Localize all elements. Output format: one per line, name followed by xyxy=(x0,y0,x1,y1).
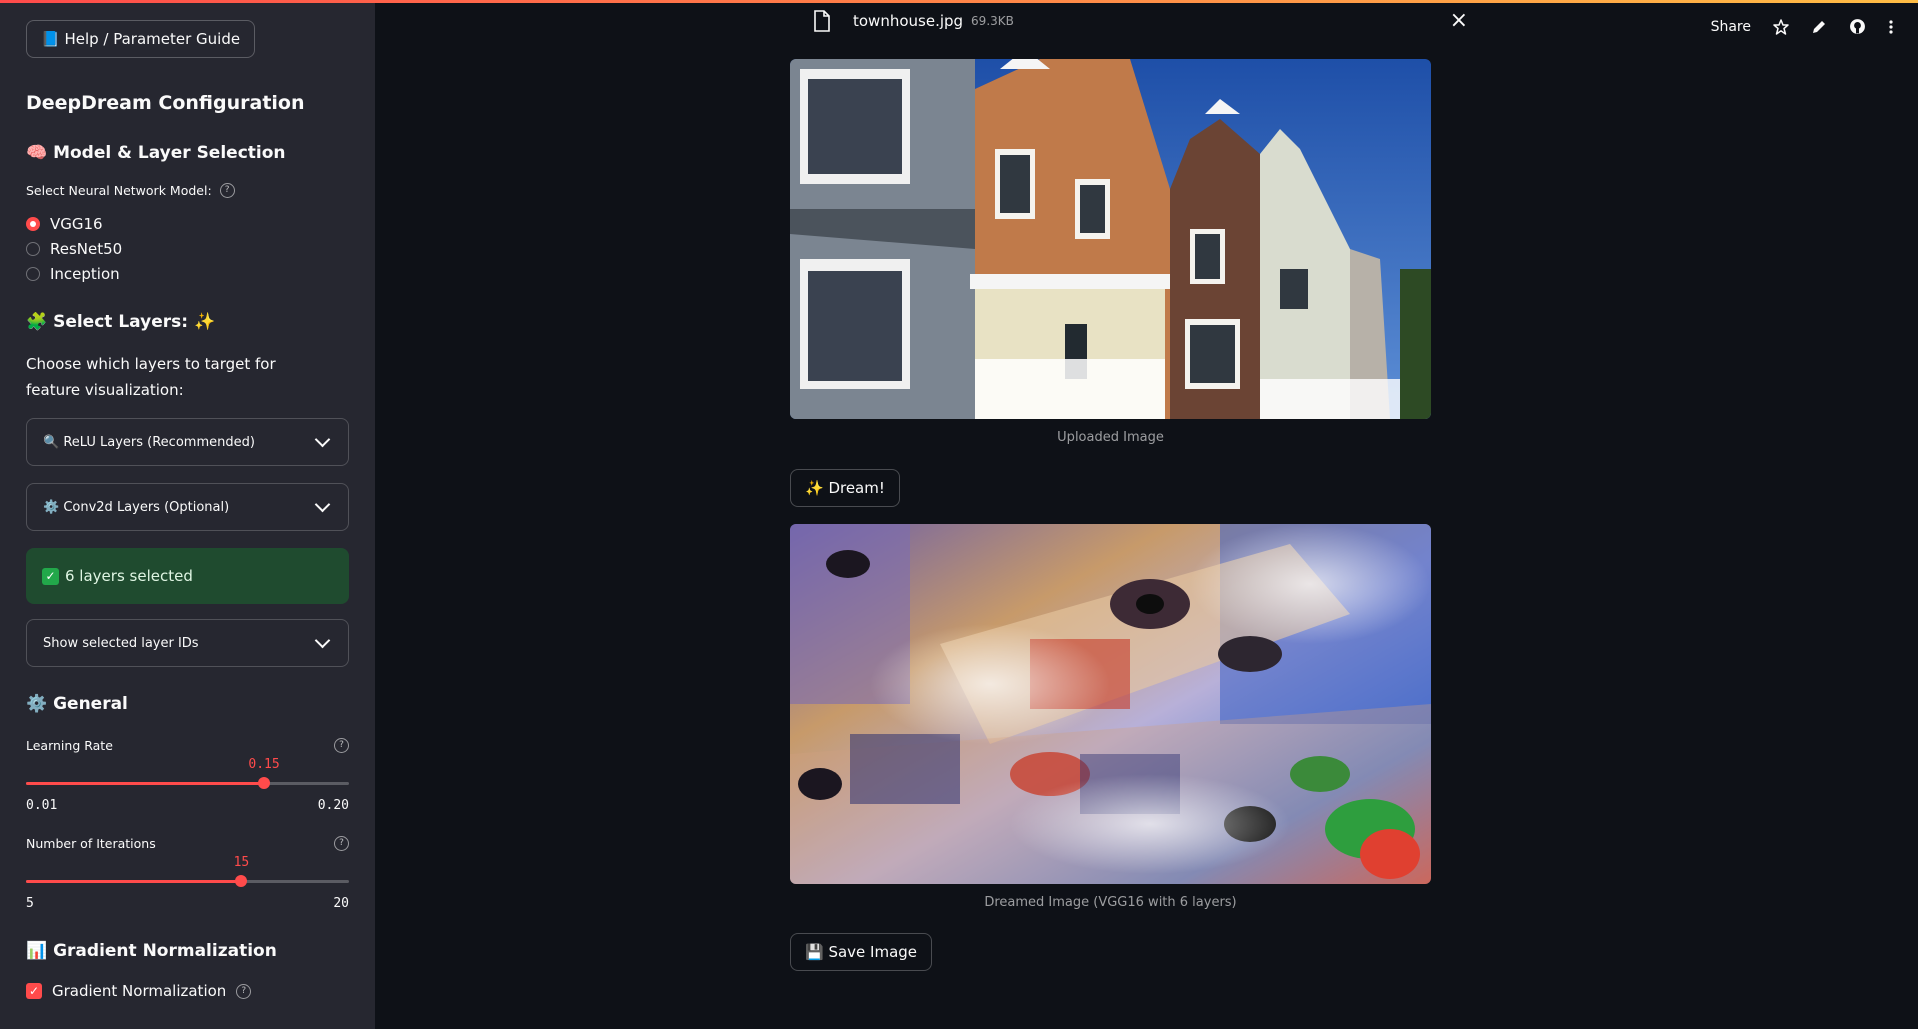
help-icon[interactable]: ? xyxy=(236,983,252,999)
save-image-button[interactable]: 💾 Save Image xyxy=(790,933,933,971)
pencil-icon[interactable] xyxy=(1811,19,1827,35)
star-icon[interactable] xyxy=(1773,18,1789,35)
radio-option-inception[interactable]: Inception xyxy=(26,261,122,286)
expander-label: ⚙️ Conv2d Layers (Optional) xyxy=(43,499,230,515)
layers-selected-text: 6 layers selected xyxy=(65,567,193,585)
deepdream-output-image xyxy=(790,524,1431,884)
gradient-section-title: 📊 Gradient Normalization xyxy=(26,941,277,961)
radio-empty-icon[interactable] xyxy=(26,266,40,281)
general-section-heading: ⚙️ General xyxy=(26,694,128,714)
slider-min-label: 5 xyxy=(26,896,34,911)
layers-section-heading: 🧩 Select Layers: ✨ xyxy=(26,312,215,332)
slider-max-label: 20 xyxy=(333,896,349,911)
help-icon[interactable]: ? xyxy=(334,738,349,753)
slider-value: 0.15 xyxy=(248,757,280,772)
gradient-section-heading: 📊 Gradient Normalization xyxy=(26,941,277,961)
slider-fill xyxy=(26,782,265,785)
general-section-title: ⚙️ General xyxy=(26,694,128,714)
uploaded-image xyxy=(790,59,1431,419)
learning-rate-label: Learning Rate xyxy=(26,738,113,753)
radio-option-resnet50[interactable]: ResNet50 xyxy=(26,236,122,261)
slider-value: 15 xyxy=(233,855,250,870)
remove-file-close-icon[interactable]: × xyxy=(1450,10,1468,32)
iterations-slider[interactable]: 15 xyxy=(26,855,349,905)
model-section-heading: 🧠 Model & Layer Selection xyxy=(26,143,286,163)
slider-track[interactable] xyxy=(26,875,349,887)
model-select-label: Select Neural Network Model: xyxy=(26,183,212,198)
dreamed-image xyxy=(790,524,1431,884)
slider-min-label: 0.01 xyxy=(26,798,58,813)
model-section-title: 🧠 Model & Layer Selection xyxy=(26,143,286,163)
slider-track[interactable] xyxy=(26,777,349,789)
chevron-down-icon xyxy=(314,496,331,513)
app-toolbar: Share xyxy=(1711,18,1894,35)
radio-empty-icon[interactable] xyxy=(26,241,40,256)
dreamed-image-caption: Dreamed Image (VGG16 with 6 layers) xyxy=(984,895,1237,910)
help-guide-button[interactable]: 📘 Help / Parameter Guide xyxy=(26,20,256,58)
radio-label: ResNet50 xyxy=(50,239,123,258)
learning-rate-slider[interactable]: 0.15 xyxy=(26,757,349,807)
checkbox-checked-icon[interactable]: ✓ xyxy=(26,983,42,999)
more-vertical-icon[interactable] xyxy=(1888,19,1894,35)
expander-label: Show selected layer IDs xyxy=(43,635,199,651)
model-radio-group: VGG16 ResNet50 Inception xyxy=(26,211,122,286)
file-icon xyxy=(814,10,830,32)
radio-label: Inception xyxy=(50,264,120,283)
layers-description: Choose which layers to target for featur… xyxy=(26,355,276,399)
chevron-down-icon xyxy=(314,431,331,448)
checkbox-label: Gradient Normalization xyxy=(52,982,227,1000)
relu-layers-expander[interactable]: 🔍 ReLU Layers (Recommended) xyxy=(26,418,349,466)
layers-section-title: 🧩 Select Layers: ✨ xyxy=(26,312,216,332)
share-button[interactable]: Share xyxy=(1711,19,1751,35)
slider-thumb[interactable] xyxy=(258,777,271,789)
gradient-normalization-checkbox[interactable]: ✓ Gradient Normalization ? xyxy=(26,982,252,1000)
radio-selected-icon[interactable] xyxy=(26,216,40,231)
radio-option-vgg16[interactable]: VGG16 xyxy=(26,211,122,236)
github-icon[interactable] xyxy=(1849,18,1866,35)
uploaded-image-caption: Uploaded Image xyxy=(1057,430,1164,445)
dream-button[interactable]: ✨ Dream! xyxy=(790,469,900,507)
learning-rate-label-row: Learning Rate ? xyxy=(26,738,349,753)
model-select-label-row: Select Neural Network Model: ? xyxy=(26,183,235,198)
show-layer-ids-expander[interactable]: Show selected layer IDs xyxy=(26,619,349,667)
file-size: 69.3KB xyxy=(971,14,1014,28)
expander-label: 🔍 ReLU Layers (Recommended) xyxy=(43,434,255,450)
uploaded-file-row: townhouse.jpg 69.3KB × xyxy=(813,6,1478,36)
sidebar-title: DeepDream Configuration xyxy=(26,92,305,114)
sidebar: 📘 Help / Parameter Guide DeepDream Confi… xyxy=(0,0,375,1029)
conv2d-layers-expander[interactable]: ⚙️ Conv2d Layers (Optional) xyxy=(26,483,349,531)
slider-fill xyxy=(26,880,242,883)
chevron-down-icon xyxy=(314,632,331,649)
slider-thumb[interactable] xyxy=(235,875,248,887)
check-mark-icon: ✓ xyxy=(42,567,59,585)
radio-label: VGG16 xyxy=(50,214,103,233)
layers-selected-alert: ✓ 6 layers selected xyxy=(26,548,349,604)
top-decoration-bar xyxy=(0,0,1918,3)
help-icon[interactable]: ? xyxy=(334,836,349,851)
iterations-label-row: Number of Iterations ? xyxy=(26,836,349,851)
help-icon[interactable]: ? xyxy=(219,183,235,198)
slider-max-label: 0.20 xyxy=(317,798,349,813)
townhouse-photo xyxy=(790,59,1431,419)
iterations-label: Number of Iterations xyxy=(26,836,156,851)
file-name: townhouse.jpg xyxy=(853,12,964,30)
